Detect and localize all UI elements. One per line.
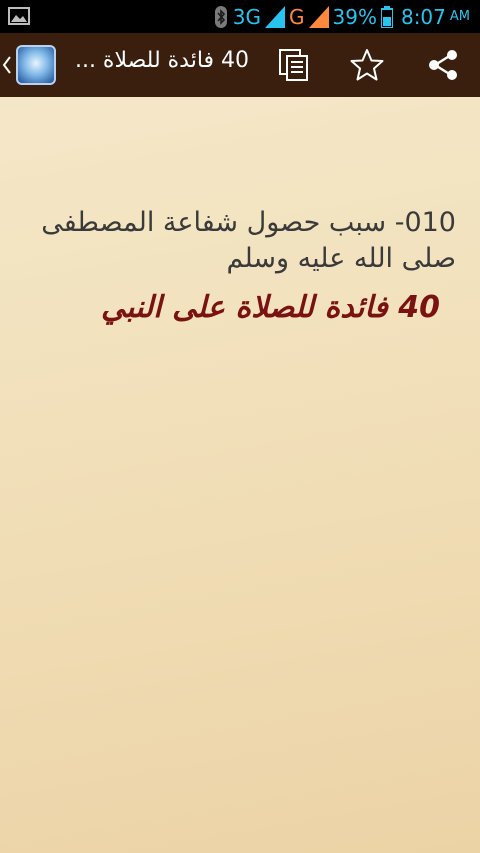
battery-icon (380, 5, 393, 28)
book-title: 40 فائدة للصلاة على النبي (101, 290, 440, 325)
network-3g-label: 3G (232, 4, 262, 29)
battery-percent: 39% (332, 4, 377, 29)
bluetooth-icon (214, 5, 227, 28)
star-icon[interactable] (349, 47, 385, 83)
item-title: 010- سبب حصول شفاعة المصطفى صلى الله علي… (41, 207, 456, 274)
app-icon[interactable] (16, 45, 56, 85)
signal-icon-2 (308, 5, 329, 28)
network-g-label: G (289, 4, 305, 29)
app-title: 40 فائدة للصلاة ... (74, 48, 250, 73)
image-notification-icon (8, 7, 30, 25)
clock-ampm: AM (449, 9, 470, 24)
status-bar: 3G G 39% 8:07 AM (0, 0, 480, 33)
up-chevron-icon[interactable] (2, 53, 12, 77)
signal-icon (265, 5, 286, 28)
share-icon[interactable] (425, 47, 461, 83)
status-indicators: 3G G 39% 8:07 AM (213, 0, 470, 33)
clock-time: 8:07 (400, 4, 446, 29)
copy-icon[interactable] (276, 47, 312, 83)
action-bar: 40 فائدة للصلاة ... (0, 33, 480, 97)
content-area: 010- سبب حصول شفاعة المصطفى صلى الله علي… (0, 97, 480, 853)
